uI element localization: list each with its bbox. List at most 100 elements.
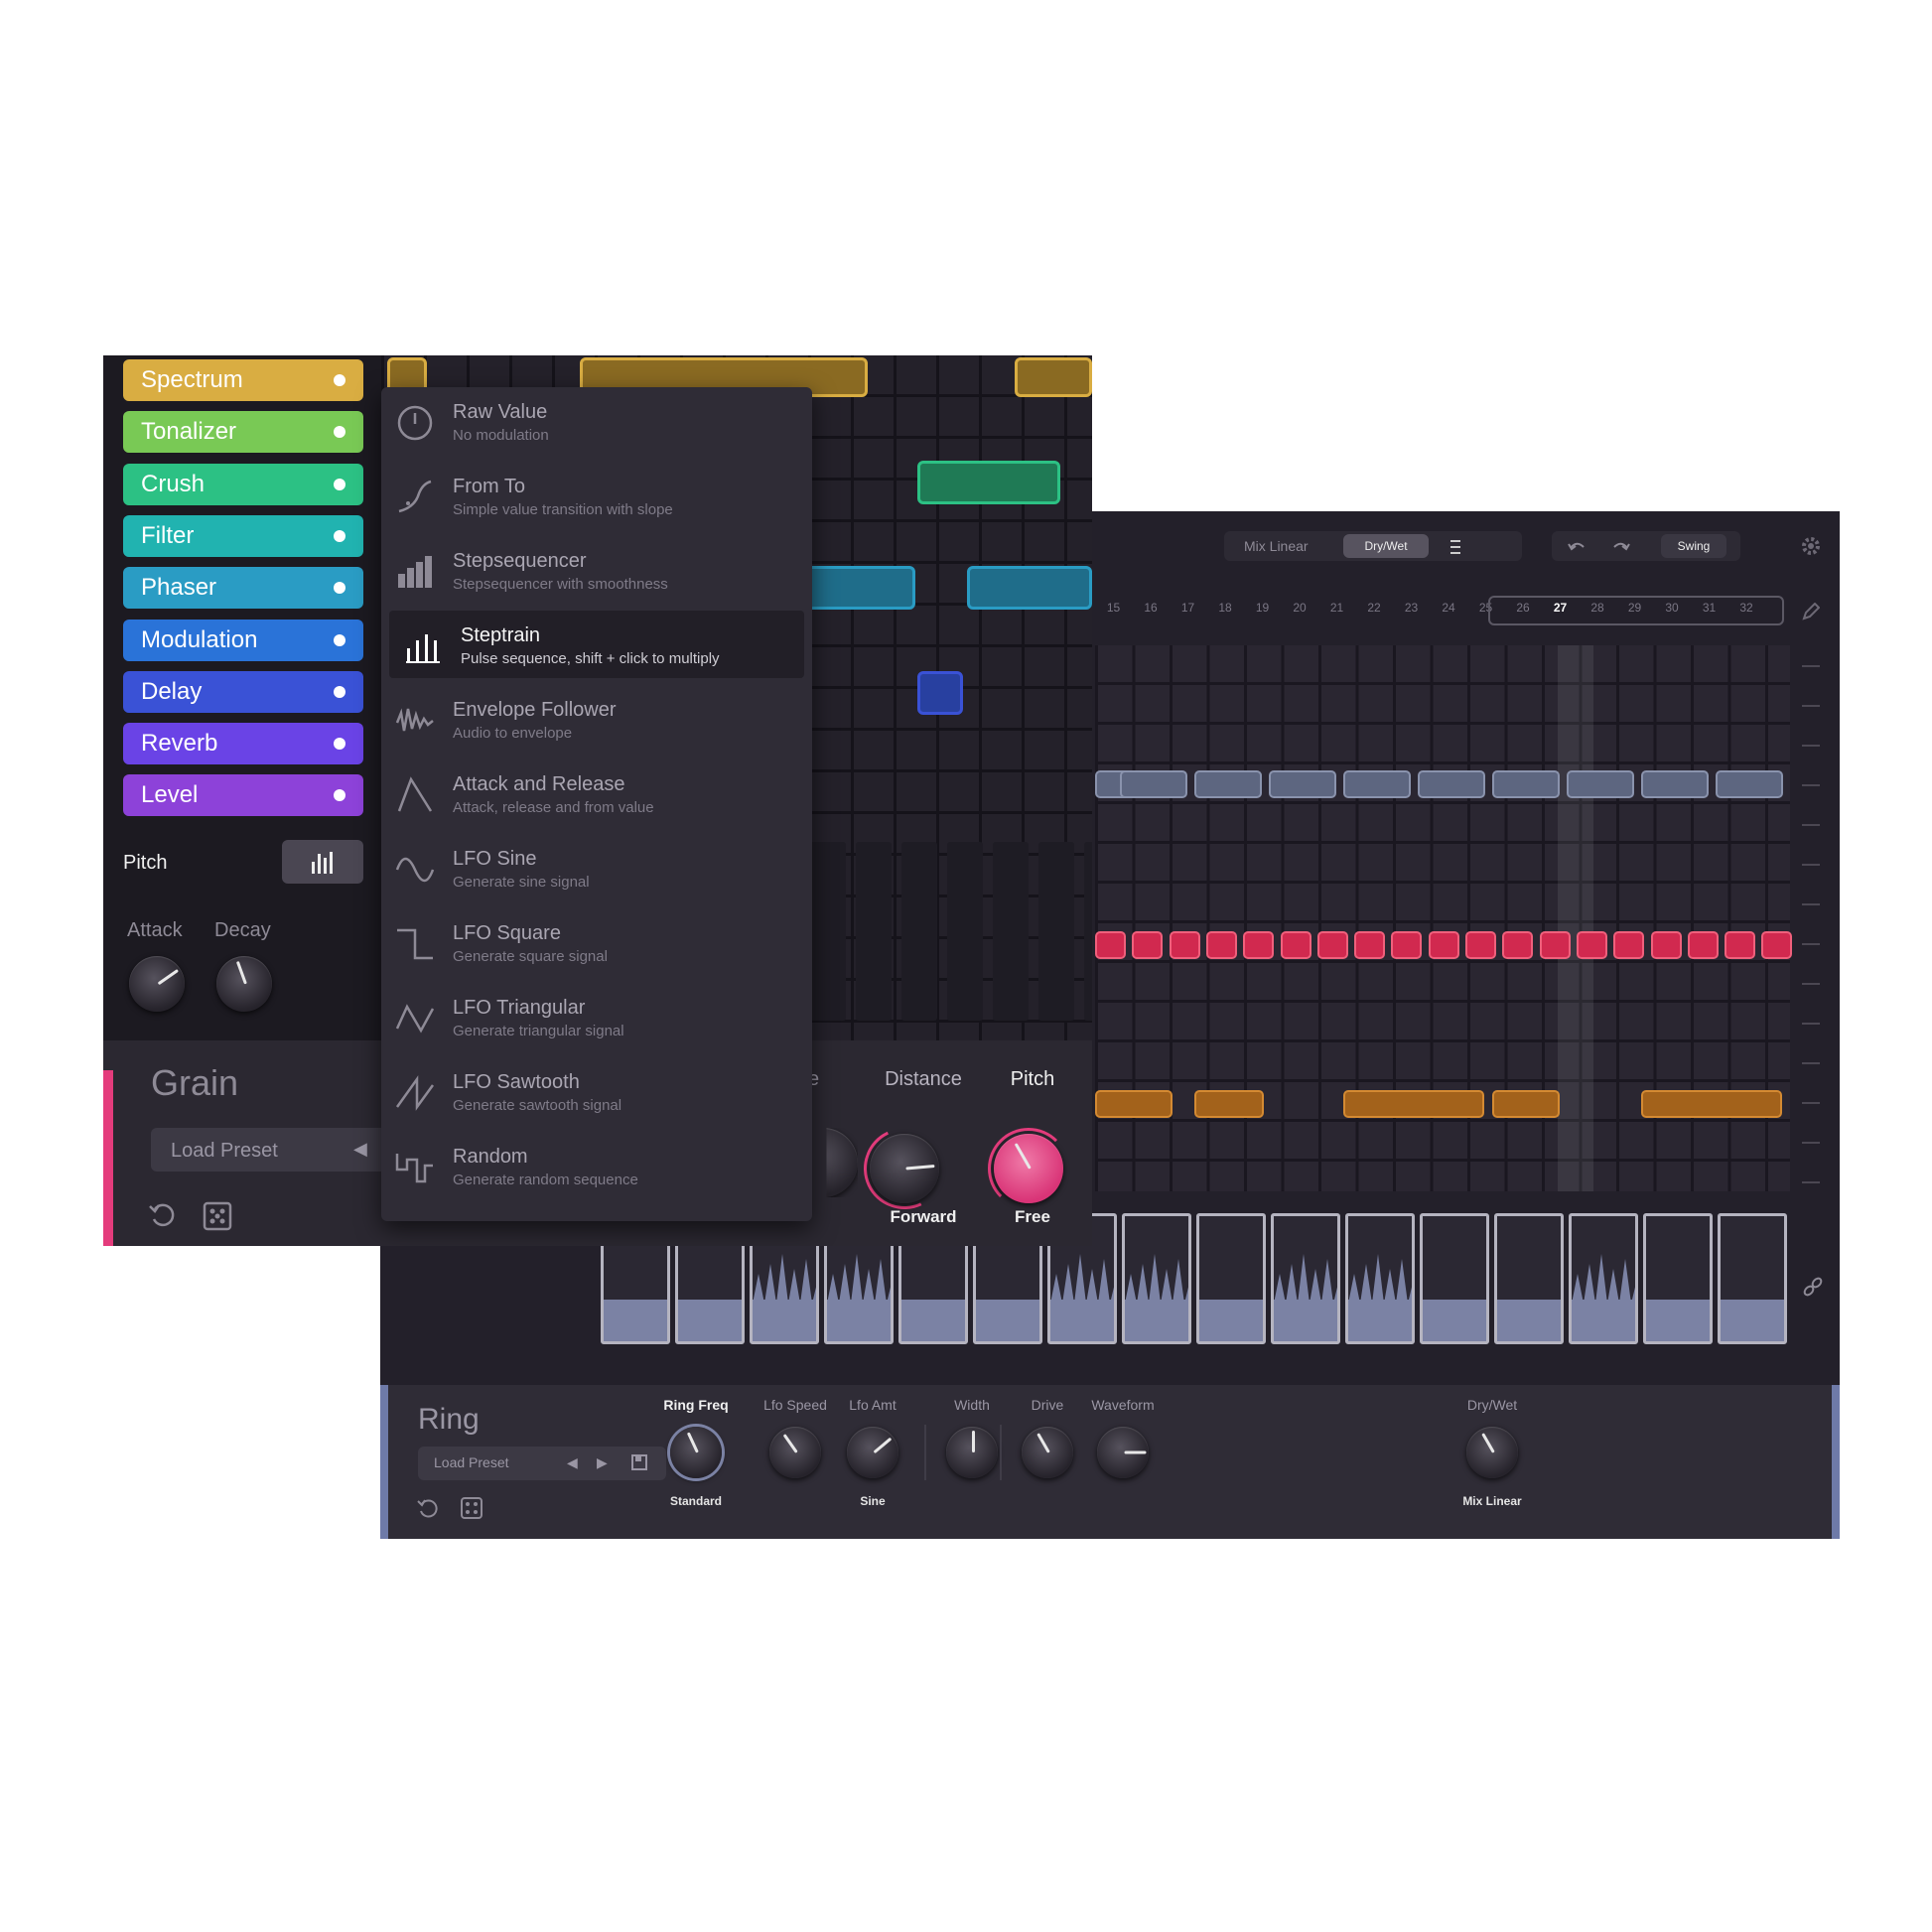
dice-icon[interactable]	[203, 1201, 232, 1231]
menu-item-stepsequencer[interactable]: Stepsequencer Stepsequencer with smoothne…	[381, 536, 812, 604]
drywet-button[interactable]: Dry/Wet	[1343, 534, 1429, 558]
pad[interactable]	[1494, 1213, 1564, 1344]
pad[interactable]	[1718, 1213, 1787, 1344]
effect-item-delay[interactable]: Delay	[123, 670, 363, 713]
row-handle[interactable]	[1802, 1102, 1820, 1104]
pulse-step[interactable]	[1354, 931, 1386, 959]
parameter-knob[interactable]	[946, 1427, 998, 1478]
pulse-step[interactable]	[1280, 931, 1311, 959]
row-handle[interactable]	[1802, 665, 1820, 667]
step-number[interactable]: 16	[1132, 593, 1170, 622]
clip[interactable]	[1641, 770, 1709, 798]
enable-toggle[interactable]	[334, 789, 345, 802]
row-handle[interactable]	[1802, 1142, 1820, 1144]
pitch-knob[interactable]	[994, 1134, 1063, 1203]
clip[interactable]	[1269, 770, 1336, 798]
step-number[interactable]: 21	[1318, 593, 1356, 622]
distance-knob[interactable]	[870, 1134, 939, 1203]
parameter-knob[interactable]	[1466, 1427, 1518, 1478]
bars-toggle-button[interactable]	[282, 840, 363, 884]
pad[interactable]	[1643, 1213, 1713, 1344]
dice-icon[interactable]	[460, 1496, 483, 1520]
row-handle[interactable]	[1802, 1181, 1820, 1183]
enable-toggle[interactable]	[334, 374, 345, 386]
decay-knob[interactable]	[216, 956, 272, 1012]
load-preset-field[interactable]: Load Preset ◀	[151, 1128, 389, 1172]
pulse-step[interactable]	[1205, 931, 1237, 959]
step-number[interactable]: 19	[1244, 593, 1282, 622]
loop-window[interactable]	[1488, 596, 1784, 625]
clip[interactable]	[1194, 1090, 1264, 1118]
effect-item-tonalizer[interactable]: Tonalizer	[123, 411, 363, 454]
clip[interactable]	[798, 566, 915, 610]
pulse-step[interactable]	[1502, 931, 1534, 959]
clip[interactable]	[1343, 1090, 1484, 1118]
row-handle[interactable]	[1802, 983, 1820, 985]
attack-knob[interactable]	[129, 956, 185, 1012]
menu-item-lfo-sine[interactable]: LFO Sine Generate sine signal	[381, 834, 812, 901]
pulse-step[interactable]	[1687, 931, 1719, 959]
gear-icon[interactable]	[1800, 535, 1822, 557]
mix-mode-label[interactable]: Mix Linear	[1244, 531, 1309, 561]
clip[interactable]	[1120, 770, 1187, 798]
menu-item-envelope-follower[interactable]: Envelope Follower Audio to envelope	[381, 685, 812, 753]
pulse-step[interactable]	[1316, 931, 1348, 959]
menu-item-lfo-sawtooth[interactable]: LFO Sawtooth Generate sawtooth signal	[381, 1057, 812, 1125]
pad[interactable]	[1271, 1213, 1340, 1344]
parameter-knob[interactable]	[769, 1427, 821, 1478]
step-number[interactable]: 23	[1393, 593, 1431, 622]
enable-toggle[interactable]	[334, 738, 345, 751]
pulse-step[interactable]	[1761, 931, 1793, 959]
effect-item-filter[interactable]: Filter	[123, 514, 363, 557]
pulse-step[interactable]	[1169, 931, 1200, 959]
row-handle[interactable]	[1802, 903, 1820, 905]
clip[interactable]	[1641, 1090, 1782, 1118]
step-number[interactable]: 18	[1206, 593, 1244, 622]
save-icon[interactable]	[631, 1453, 647, 1471]
step-number[interactable]: 22	[1355, 593, 1393, 622]
menu-item-raw-value[interactable]: Raw Value No modulation	[381, 387, 812, 455]
clip[interactable]	[917, 461, 1060, 504]
step-number[interactable]: 17	[1170, 593, 1207, 622]
reset-icon[interactable]	[416, 1496, 440, 1520]
clip[interactable]	[1418, 770, 1485, 798]
effect-item-spectrum[interactable]: Spectrum	[123, 359, 363, 401]
parameter-knob[interactable]	[847, 1427, 898, 1478]
enable-toggle[interactable]	[334, 582, 345, 595]
effect-item-modulation[interactable]: Modulation	[123, 619, 363, 661]
reset-icon[interactable]	[147, 1199, 179, 1231]
enable-toggle[interactable]	[334, 478, 345, 490]
row-handle[interactable]	[1802, 784, 1820, 786]
enable-toggle[interactable]	[334, 529, 345, 542]
value-bar[interactable]	[810, 842, 846, 1021]
clip[interactable]	[967, 566, 1092, 610]
pad[interactable]	[1569, 1213, 1638, 1344]
parameter-knob[interactable]	[1022, 1427, 1073, 1478]
pulse-step[interactable]	[1576, 931, 1607, 959]
clip[interactable]	[1343, 770, 1411, 798]
parameter-knob[interactable]	[670, 1427, 722, 1478]
pad[interactable]	[1122, 1213, 1191, 1344]
link-icon[interactable]	[1802, 1276, 1824, 1298]
prev-icon[interactable]: ◀	[353, 1139, 367, 1160]
parameter-knob[interactable]	[1097, 1427, 1149, 1478]
menu-item-steptrain[interactable]: Steptrain Pulse sequence, shift + click t…	[389, 611, 804, 678]
row-handle[interactable]	[1802, 1062, 1820, 1064]
prev-icon[interactable]: ◀	[567, 1454, 578, 1471]
pulse-step[interactable]	[1428, 931, 1459, 959]
load-preset-field[interactable]: Load Preset ◀ ▶	[418, 1447, 666, 1480]
swing-button[interactable]: Swing	[1661, 534, 1726, 558]
value-bars[interactable]	[798, 842, 1092, 1021]
step-number[interactable]: 24	[1430, 593, 1467, 622]
pen-icon[interactable]	[1802, 602, 1821, 621]
pulse-step[interactable]	[1095, 931, 1126, 959]
pulse-step[interactable]	[1391, 931, 1423, 959]
pulse-step[interactable]	[1650, 931, 1682, 959]
clip[interactable]	[1015, 357, 1092, 397]
menu-lines-icon[interactable]	[1450, 538, 1466, 554]
clip[interactable]	[1492, 1090, 1560, 1118]
effect-item-crush[interactable]: Crush	[123, 463, 363, 505]
enable-toggle[interactable]	[334, 685, 345, 698]
value-bar[interactable]	[1084, 842, 1092, 1021]
value-bar[interactable]	[947, 842, 983, 1021]
